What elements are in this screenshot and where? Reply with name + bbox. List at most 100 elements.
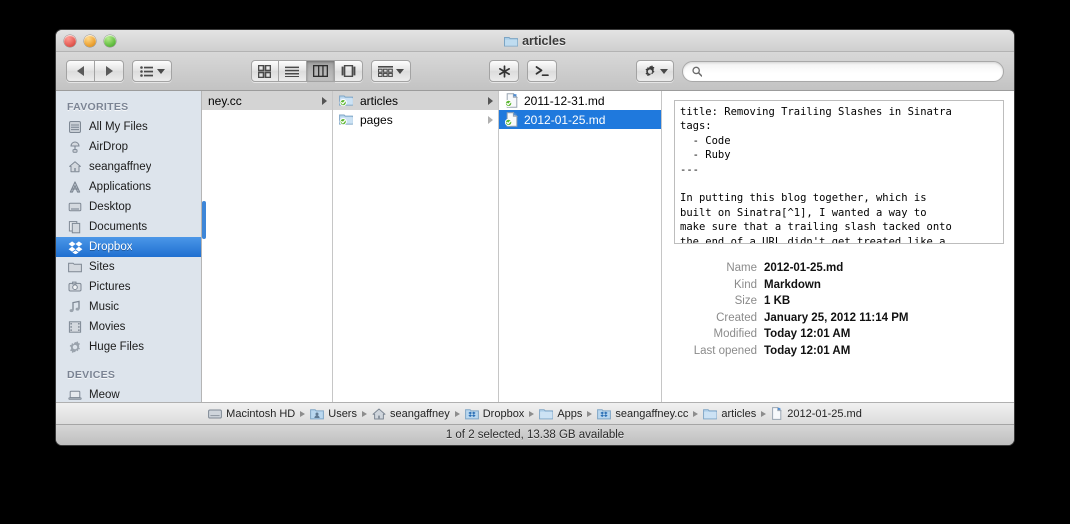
sidebar-item-applications[interactable]: Applications [56, 177, 201, 197]
sidebar-heading-favorites: FAVORITES [56, 98, 201, 117]
column-scrollbar[interactable] [202, 201, 206, 239]
metadata-key: Modified [674, 328, 764, 340]
path-item-macintosh-hd[interactable]: Macintosh HD [208, 408, 295, 420]
back-arrow-icon [77, 66, 84, 76]
sidebar-item-label: Music [89, 301, 119, 313]
metadata-key: Name [674, 262, 764, 274]
path-separator-icon [529, 411, 534, 417]
metadata-key: Size [674, 295, 764, 307]
column-row-label: 2011-12-31.md [524, 94, 658, 108]
path-item-label: Dropbox [483, 408, 525, 420]
forward-arrow-icon [106, 66, 113, 76]
metadata-value: Today 12:01 AM [764, 328, 850, 340]
terminal-button[interactable] [527, 60, 557, 82]
column-row-2012-01-25-md[interactable]: 2012-01-25.md [499, 110, 661, 129]
sidebar-item-meow[interactable]: Meow [56, 385, 201, 402]
sidebar-item-movies[interactable]: Movies [56, 317, 201, 337]
list-view-icon [285, 66, 299, 77]
forward-button[interactable] [95, 60, 124, 82]
arrange-grid-icon [378, 66, 393, 77]
sidebar-item-label: Movies [89, 321, 125, 333]
window-title-text: articles [522, 34, 566, 48]
sidebar-item-huge-files[interactable]: Huge Files [56, 337, 201, 357]
path-item-current-file[interactable]: 2012-01-25.md [771, 407, 862, 420]
path-item-seangaffney-cc[interactable]: seangaffney.cc [597, 408, 688, 420]
path-item-dropbox[interactable]: Dropbox [465, 408, 525, 420]
column-row-seangaffney-cc[interactable]: ney.cc [202, 91, 332, 110]
column-row-label: ney.cc [208, 94, 317, 108]
search-icon [692, 66, 702, 77]
item-arrange-menu-button[interactable] [132, 60, 172, 82]
metadata-row: Modified Today 12:01 AM [674, 326, 1004, 343]
path-item-apps[interactable]: Apps [539, 408, 582, 420]
metadata-key: Kind [674, 279, 764, 291]
gear-icon [643, 64, 657, 78]
dropbox-icon [67, 239, 83, 255]
airdrop-icon [67, 139, 83, 155]
path-item-label: articles [721, 408, 756, 420]
metadata-row: Name 2012-01-25.md [674, 260, 1004, 277]
star-button[interactable] [489, 60, 519, 82]
sidebar-item-all-my-files[interactable]: All My Files [56, 117, 201, 137]
path-bar: Macintosh HD Users seangaffney [56, 402, 1014, 424]
column-row-2011-12-31-md[interactable]: 2011-12-31.md [499, 91, 661, 110]
window-body: FAVORITES All My Files [56, 91, 1014, 402]
path-item-articles[interactable]: articles [703, 408, 756, 420]
column-row-articles[interactable]: articles [333, 91, 498, 110]
markdown-file-icon [771, 407, 783, 420]
metadata-row: Created January 25, 2012 11:14 PM [674, 310, 1004, 327]
sidebar-item-sites[interactable]: Sites [56, 257, 201, 277]
column-row-label: pages [360, 113, 483, 127]
folder-icon [504, 35, 518, 47]
sidebar-item-documents[interactable]: Documents [56, 217, 201, 237]
sidebar-item-label: Meow [89, 389, 120, 401]
sidebar-item-dropbox[interactable]: Dropbox [56, 237, 201, 257]
music-icon [67, 299, 83, 315]
path-item-users[interactable]: Users [310, 408, 357, 420]
back-button[interactable] [66, 60, 95, 82]
sidebar-item-label: Documents [89, 221, 147, 233]
column-3[interactable]: 2011-12-31.md 2012-01-25. [499, 91, 662, 402]
view-mode-coverflow-button[interactable] [335, 60, 363, 82]
sidebar-item-airdrop[interactable]: AirDrop [56, 137, 201, 157]
sidebar-item-label: Huge Files [89, 341, 144, 353]
view-mode-icon-button[interactable] [251, 60, 279, 82]
column-view-icon [313, 65, 328, 77]
arrange-button[interactable] [371, 60, 411, 82]
search-field[interactable] [682, 61, 1004, 82]
users-folder-icon [310, 408, 324, 420]
all-my-files-icon [67, 119, 83, 135]
sidebar-item-music[interactable]: Music [56, 297, 201, 317]
path-item-label: seangaffney [390, 408, 450, 420]
metadata-value: 1 KB [764, 295, 790, 307]
harddisk-icon [208, 408, 222, 420]
view-mode-list-button[interactable] [279, 60, 307, 82]
column-row-pages[interactable]: pages [333, 110, 498, 129]
window-title-bar[interactable]: articles [56, 30, 1014, 52]
path-item-label: seangaffney.cc [615, 408, 688, 420]
search-input[interactable] [707, 64, 994, 78]
list-icon [140, 66, 153, 77]
sidebar-item-label: seangaffney [89, 161, 151, 173]
metadata-value: Markdown [764, 279, 821, 291]
navigation-buttons [66, 60, 124, 82]
sidebar-item-pictures[interactable]: Pictures [56, 277, 201, 297]
path-item-seangaffney[interactable]: seangaffney [372, 408, 450, 420]
sidebar-item-label: Pictures [89, 281, 131, 293]
column-row-label: articles [360, 94, 483, 108]
action-menu-button[interactable] [636, 60, 674, 82]
path-item-label: Apps [557, 408, 582, 420]
markdown-file-icon [505, 93, 519, 108]
sidebar-item-label: Dropbox [89, 241, 132, 253]
metadata-value: January 25, 2012 11:14 PM [764, 312, 909, 324]
path-separator-icon [587, 411, 592, 417]
view-mode-column-button[interactable] [307, 60, 335, 82]
path-separator-icon [761, 411, 766, 417]
folder-icon [703, 408, 717, 420]
column-1[interactable]: ney.cc [202, 91, 333, 402]
home-icon [372, 408, 386, 420]
sidebar-item-seangaffney[interactable]: seangaffney [56, 157, 201, 177]
view-mode-group [251, 60, 363, 82]
column-2[interactable]: articles pages [333, 91, 499, 402]
sidebar-item-desktop[interactable]: Desktop [56, 197, 201, 217]
